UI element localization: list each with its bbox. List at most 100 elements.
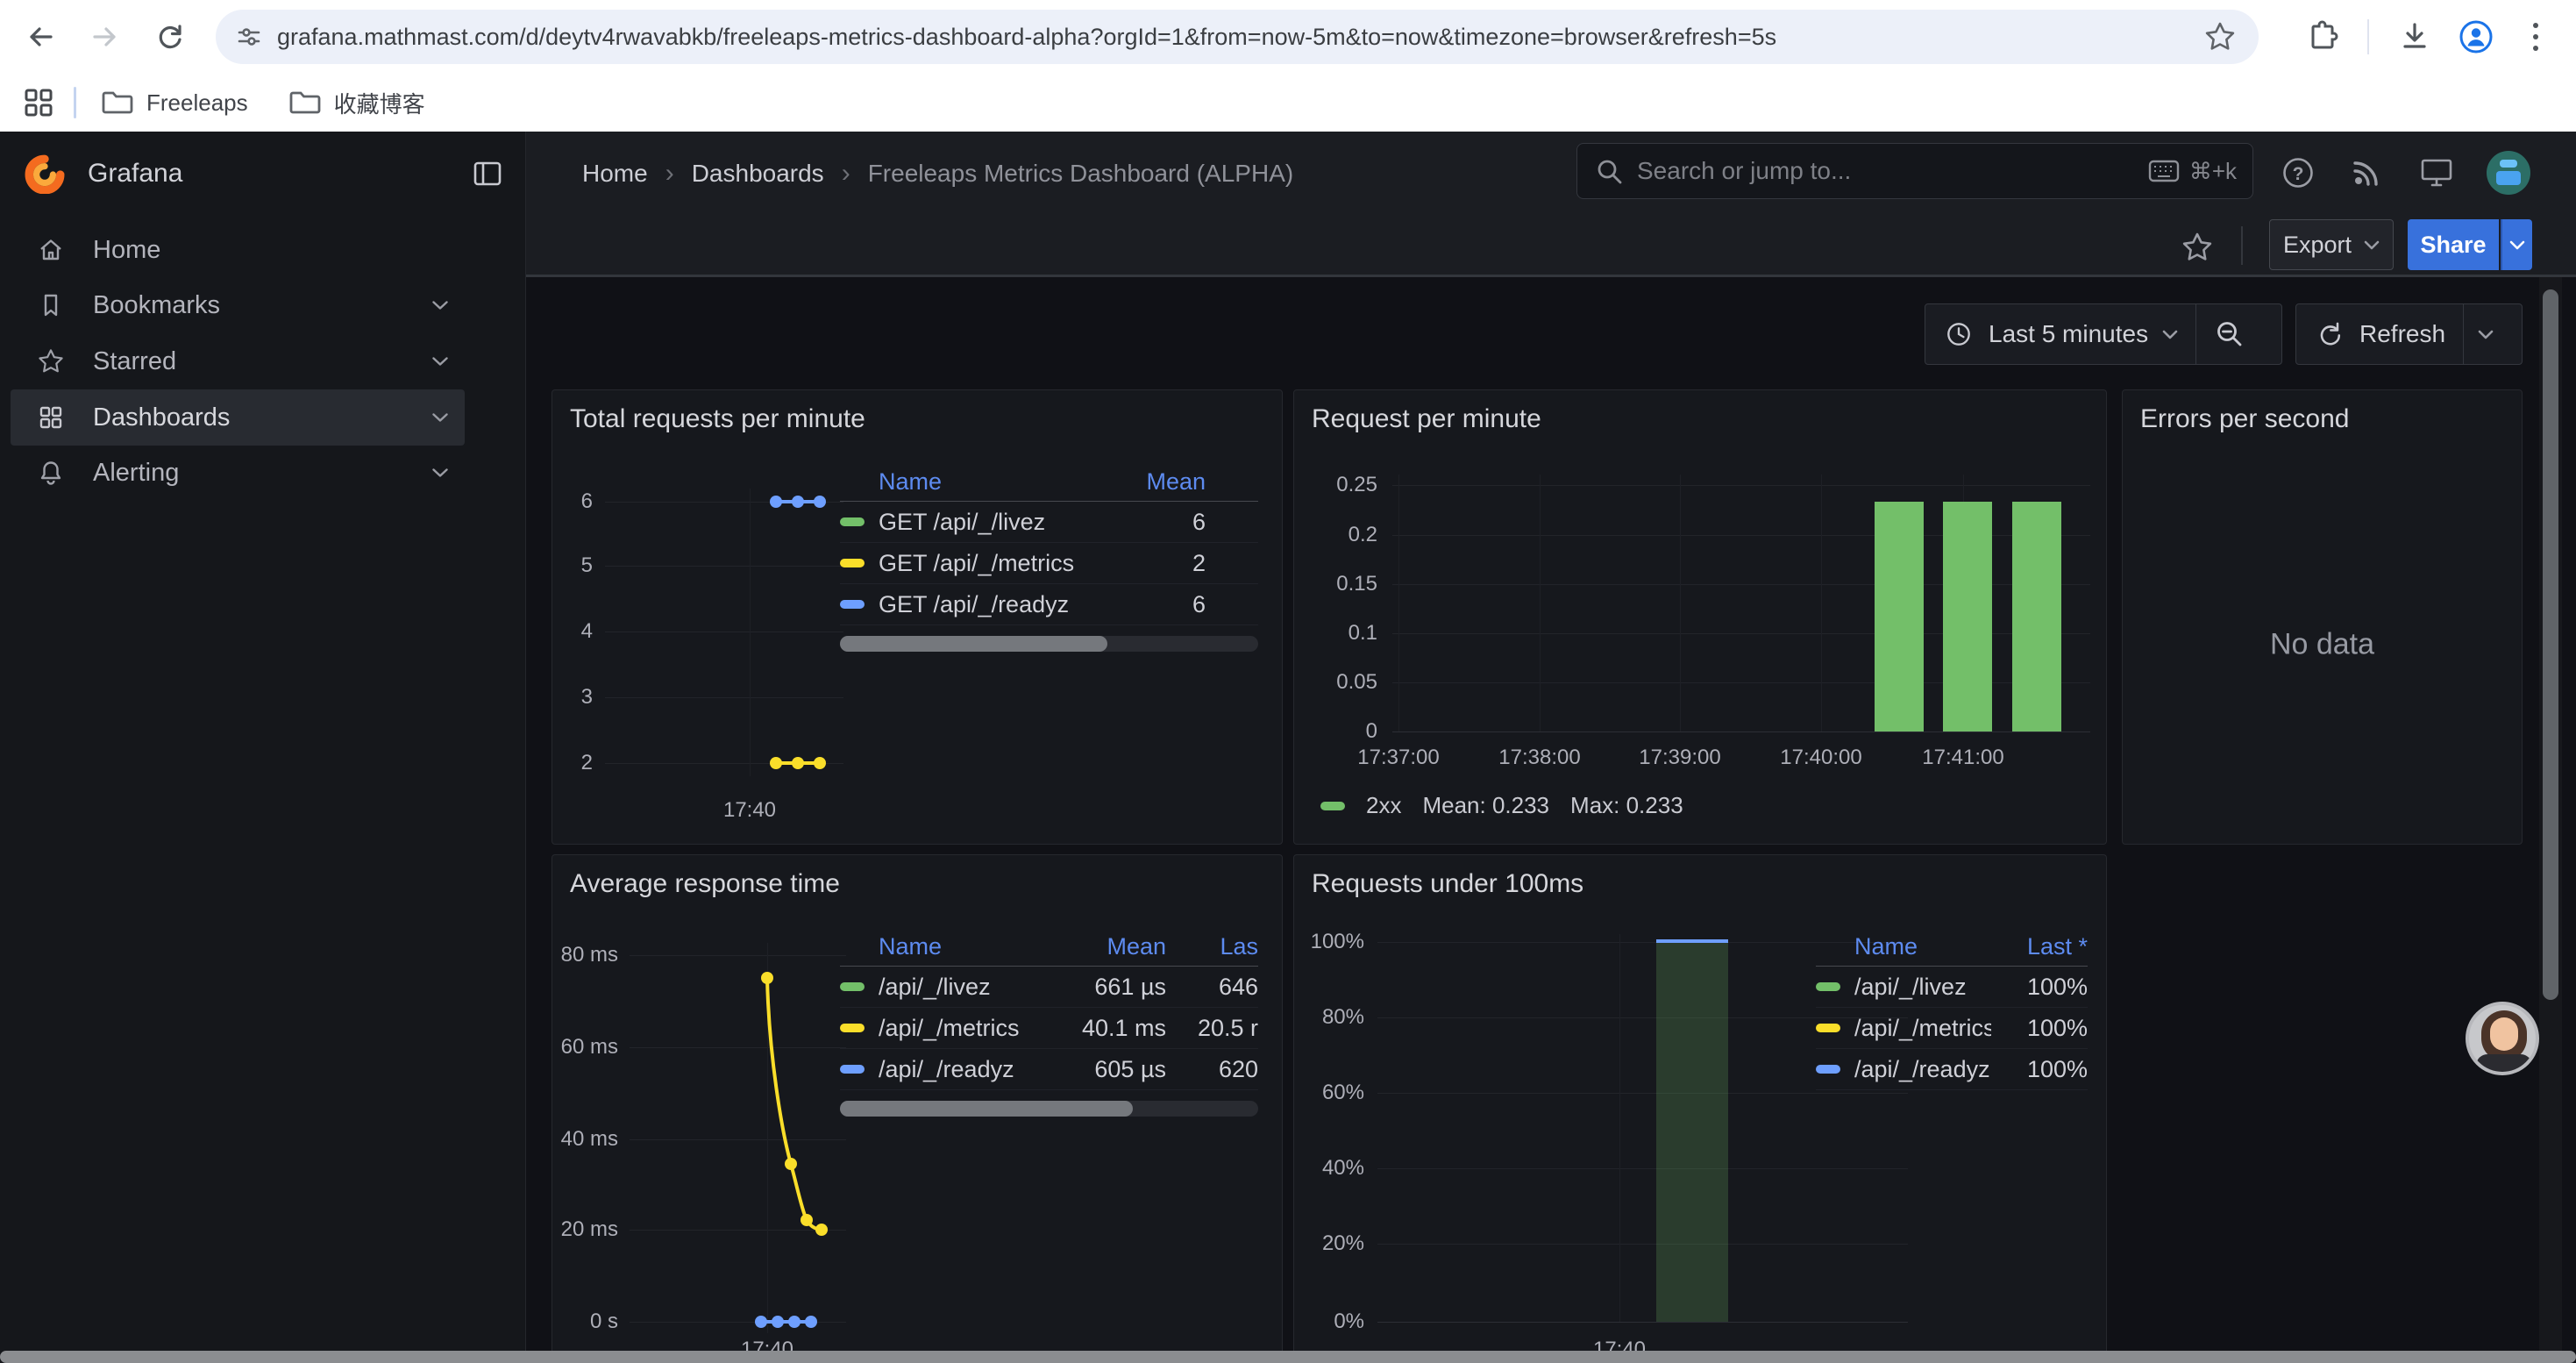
legend-scrollbar-thumb[interactable] — [840, 636, 1107, 652]
folder-icon — [99, 85, 136, 120]
sidebar-item-home[interactable]: Home — [11, 222, 465, 278]
legend-row-readyz[interactable]: /api/_/readyz 605 µs 620 — [840, 1049, 1258, 1090]
panel-title[interactable]: Requests under 100ms — [1312, 869, 1583, 899]
series-swatch-blue[interactable] — [840, 1065, 865, 1074]
downloads-button[interactable] — [2390, 12, 2439, 61]
legend-header-name[interactable]: Name — [840, 933, 1070, 960]
sidebar-toggle-button[interactable] — [470, 156, 505, 191]
series-swatch-green[interactable] — [1816, 982, 1840, 991]
refresh-interval-dropdown[interactable] — [2464, 304, 2508, 364]
legend-row-metrics[interactable]: GET /api/_/metrics 2 — [840, 543, 1258, 584]
grafana-logo-icon[interactable] — [25, 153, 65, 194]
panel-title[interactable]: Request per minute — [1312, 404, 1541, 434]
share-button[interactable]: Share — [2408, 219, 2499, 270]
export-button[interactable]: Export — [2269, 219, 2394, 270]
series-swatch-yellow[interactable] — [840, 559, 865, 567]
legend-row-livez[interactable]: /api/_/livez 661 µs 646 — [840, 967, 1258, 1008]
panel-title[interactable]: Errors per second — [2140, 404, 2349, 434]
sidebar-item-dashboards[interactable]: Dashboards — [11, 389, 465, 446]
panel-title[interactable]: Average response time — [570, 869, 840, 899]
legend-series-name[interactable]: 2xx — [1366, 792, 1401, 819]
bookmark-folder-blogs[interactable]: 收藏博客 — [287, 85, 425, 120]
series-swatch-blue[interactable] — [1816, 1065, 1840, 1074]
legend-row-readyz[interactable]: /api/_/readyz 100% — [1816, 1049, 2088, 1090]
bookmarks-bar: Freeleaps 收藏博客 — [0, 74, 2576, 132]
zoom-out-time-button[interactable] — [2196, 304, 2263, 364]
search-bar[interactable]: ⌘+k — [1576, 143, 2253, 199]
keyboard-icon — [2147, 157, 2181, 185]
legend-scrollbar[interactable] — [840, 636, 1258, 652]
time-range-button[interactable]: Last 5 minutes — [1925, 304, 2195, 364]
browser-profile-button[interactable] — [2451, 12, 2501, 61]
bookmark-folder-label: 收藏博客 — [334, 87, 425, 119]
browser-back-button[interactable] — [16, 12, 65, 61]
area-fill-100pct — [1656, 942, 1728, 1322]
series-swatch-green[interactable] — [1320, 802, 1345, 810]
browser-reload-button[interactable] — [146, 12, 195, 61]
legend-row-readyz[interactable]: GET /api/_/readyz 6 — [840, 584, 1258, 625]
breadcrumb-home[interactable]: Home — [582, 160, 648, 188]
legend-row-metrics[interactable]: /api/_/metrics 40.1 ms 20.5 r — [840, 1008, 1258, 1049]
data-point — [770, 757, 782, 769]
bookmark-folder-freeleaps[interactable]: Freeleaps — [99, 85, 248, 120]
sidebar-item-label: Starred — [93, 347, 176, 376]
series-swatch-green[interactable] — [840, 517, 865, 526]
browser-forward-button[interactable] — [81, 12, 130, 61]
favorite-dashboard-button[interactable] — [2180, 230, 2215, 265]
sidebar-item-bookmarks[interactable]: Bookmarks — [11, 277, 465, 333]
x-tick: 17:38:00 — [1498, 746, 1580, 770]
x-tick: 17:37:00 — [1357, 746, 1439, 770]
assistant-avatar[interactable] — [2466, 1002, 2539, 1075]
series-swatch-green[interactable] — [840, 982, 865, 991]
avatar-art — [2500, 160, 2517, 168]
series-swatch-blue[interactable] — [840, 600, 865, 609]
search-input[interactable] — [1637, 157, 2135, 185]
bar-2xx — [1943, 502, 1992, 731]
legend-header-last[interactable]: Last * — [1991, 933, 2088, 960]
legend-header-name[interactable]: Name — [1816, 933, 1991, 960]
sidebar-item-starred[interactable]: Starred — [11, 333, 465, 389]
avatar-face — [2490, 1017, 2518, 1051]
help-button[interactable]: ? — [2278, 153, 2318, 193]
rss-icon — [2348, 154, 2385, 191]
horizontal-scrollbar[interactable] — [0, 1351, 2576, 1363]
bookmark-star-icon[interactable] — [2202, 19, 2238, 54]
gridline — [605, 566, 843, 567]
browser-toolbar: grafana.mathmast.com/d/deytv4rwavabkb/fr… — [0, 0, 2576, 74]
legend-series-mean: 605 µs — [1070, 1056, 1166, 1083]
legend-scrollbar[interactable] — [840, 1101, 1258, 1117]
gridline-vertical — [750, 489, 751, 776]
legend-series-name: /api/_/metrics — [879, 1015, 1070, 1042]
search-shortcut-label: ⌘+k — [2189, 158, 2237, 185]
legend-header-mean[interactable]: Mean — [1070, 933, 1166, 960]
breadcrumb-separator: › — [842, 159, 850, 189]
chevron-down-icon — [431, 467, 449, 478]
legend-row-livez[interactable]: /api/_/livez 100% — [1816, 967, 2088, 1008]
share-dropdown-button[interactable] — [2501, 219, 2532, 270]
breadcrumb-dashboards[interactable]: Dashboards — [692, 160, 824, 188]
legend-header-row: Name Mean — [840, 463, 1258, 502]
series-swatch-yellow[interactable] — [840, 1024, 865, 1032]
kiosk-mode-button[interactable] — [2416, 153, 2457, 193]
extensions-button[interactable] — [2297, 12, 2346, 61]
sidebar-item-alerting[interactable]: Alerting — [11, 445, 465, 501]
user-avatar[interactable] — [2487, 151, 2530, 195]
legend-header-name[interactable]: Name — [840, 468, 1109, 496]
y-tick: 0.05 — [1294, 670, 1377, 695]
legend-header-last[interactable]: Las — [1166, 933, 1258, 960]
legend-scrollbar-thumb[interactable] — [840, 1101, 1133, 1117]
legend-row-metrics[interactable]: /api/_/metrics 100% — [1816, 1008, 2088, 1049]
apps-grid-icon — [21, 85, 56, 120]
refresh-button[interactable]: Refresh — [2296, 304, 2463, 364]
legend-row-livez[interactable]: GET /api/_/livez 6 — [840, 502, 1258, 543]
address-bar[interactable]: grafana.mathmast.com/d/deytv4rwavabkb/fr… — [216, 10, 2259, 64]
panel-title[interactable]: Total requests per minute — [570, 404, 865, 434]
browser-menu-button[interactable] — [2511, 12, 2560, 61]
news-button[interactable] — [2346, 153, 2387, 193]
series-swatch-yellow[interactable] — [1816, 1024, 1840, 1032]
site-settings-icon[interactable] — [237, 25, 261, 49]
bookmark-apps-button[interactable] — [21, 85, 56, 120]
legend-series-name: GET /api/_/readyz — [879, 591, 1109, 618]
legend-header-mean[interactable]: Mean — [1109, 468, 1206, 496]
page-scrollbar-thumb[interactable] — [2543, 289, 2558, 1000]
